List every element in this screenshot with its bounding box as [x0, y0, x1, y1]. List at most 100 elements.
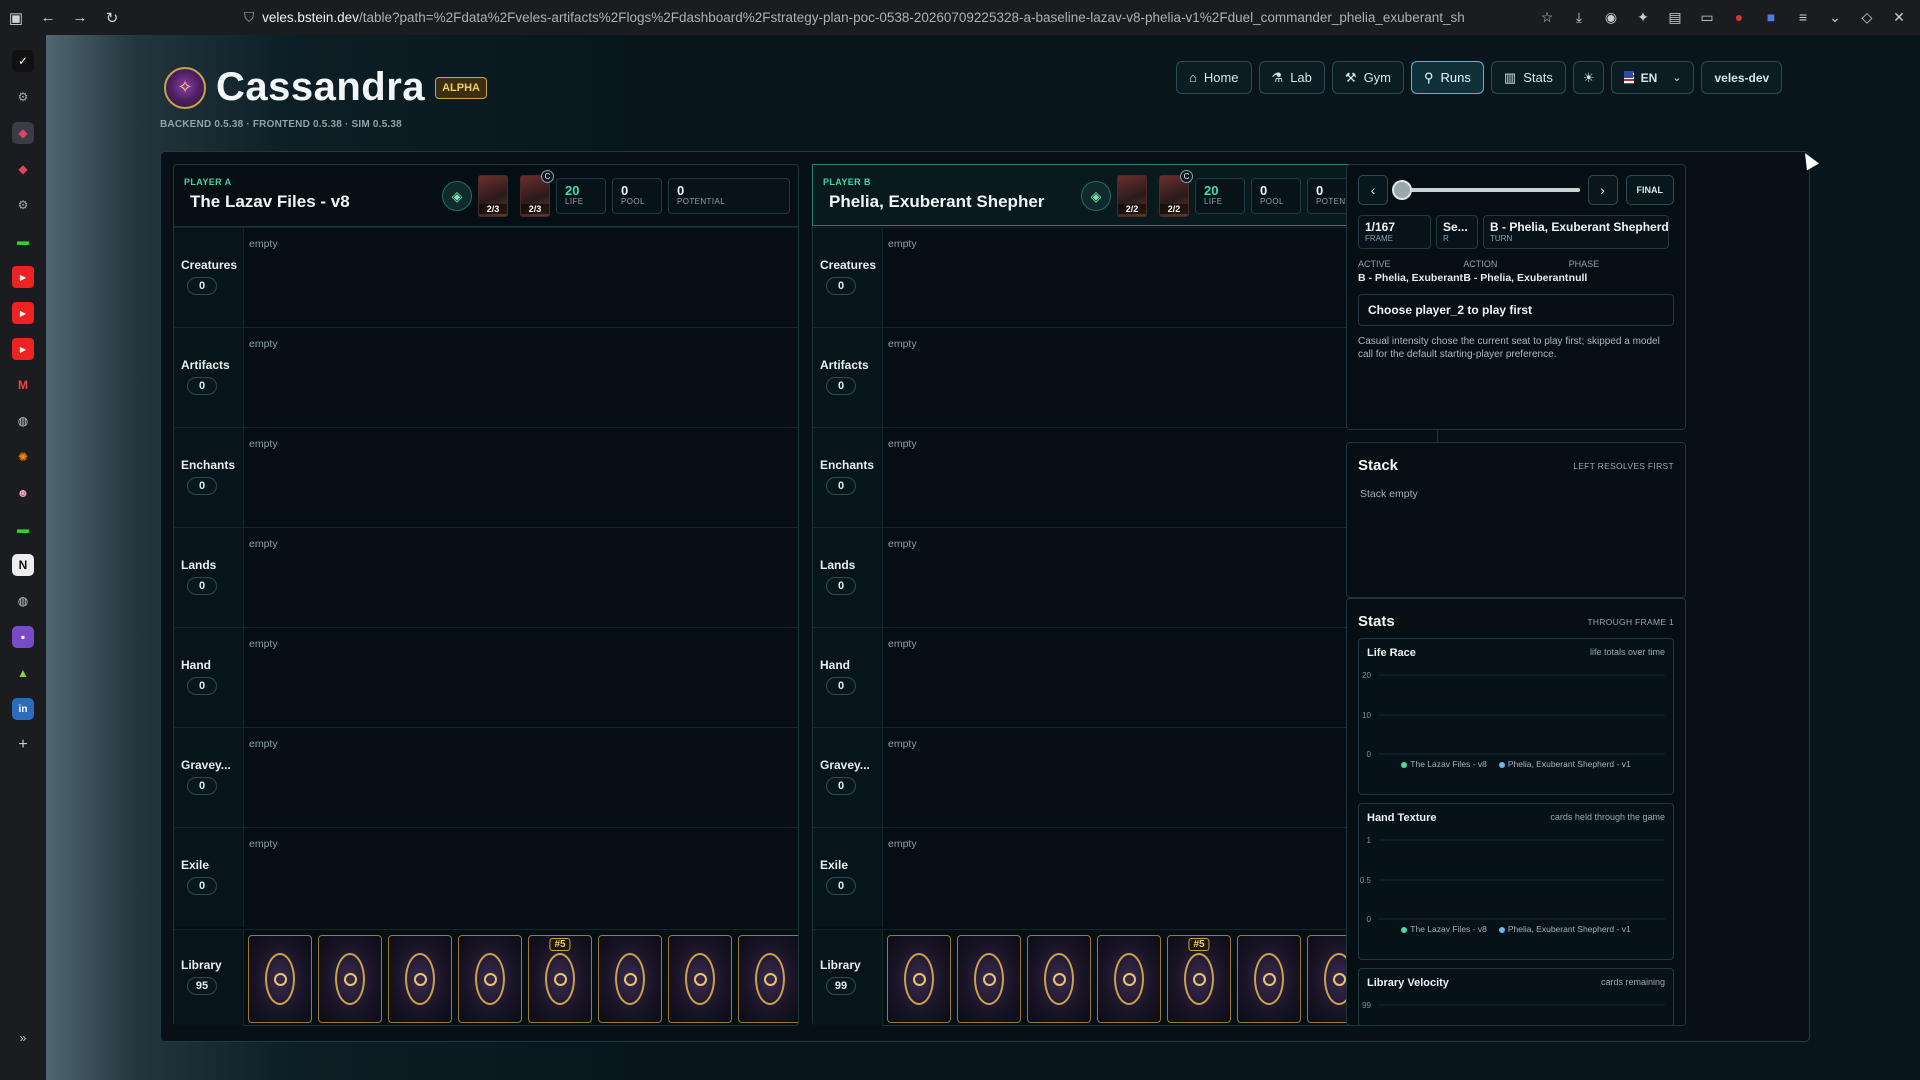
menu-icon[interactable]: ≡ — [1790, 9, 1816, 26]
app-icon[interactable]: ◆ — [12, 158, 34, 180]
player-b-commander-2[interactable]: C 2/2 — [1159, 170, 1193, 217]
stats-panel: Stats THROUGH FRAME 1 Life Race life total… — [1346, 598, 1686, 1026]
library-card-back[interactable] — [458, 935, 522, 1023]
reload-icon[interactable]: ↻ — [96, 9, 128, 27]
globe-icon[interactable]: ◍ — [12, 410, 34, 432]
active-field: ACTIVE B - Phelia, Exuberant — [1358, 259, 1463, 284]
library-card-back[interactable] — [248, 935, 312, 1023]
youtube-icon[interactable]: ▶ — [12, 338, 34, 360]
prev-frame-button[interactable]: ‹ — [1358, 175, 1388, 205]
library-velocity-hint: cards remaining — [1600, 977, 1665, 987]
expand-sidebar-icon[interactable]: » — [12, 1027, 34, 1049]
sun-icon[interactable]: ✺ — [12, 446, 34, 468]
triangle-app-icon[interactable]: ▲ — [12, 662, 34, 684]
legend-a: The Lazav Files - v8 — [1410, 759, 1487, 769]
zone-count: 0 — [826, 877, 856, 895]
eye-icon — [904, 953, 934, 1005]
library-card-back[interactable] — [318, 935, 382, 1023]
extension-red-icon[interactable]: ● — [1726, 9, 1752, 26]
library-card-back[interactable] — [598, 935, 662, 1023]
library-card-back[interactable] — [1097, 935, 1161, 1023]
reader-icon[interactable]: ▭ — [1694, 9, 1720, 26]
download-icon[interactable]: ⤓ — [1566, 9, 1592, 26]
gmail-icon[interactable]: M — [12, 374, 34, 396]
library-card-back[interactable] — [1027, 935, 1091, 1023]
player-a-status-icon[interactable]: ◈ — [442, 181, 472, 211]
zone-label: Artifacts 0 — [813, 328, 883, 427]
purple-app-icon[interactable]: ▪ — [12, 626, 34, 648]
life-label: LIFE — [1204, 197, 1223, 206]
seat-cell: Se... R — [1436, 215, 1478, 249]
final-frame-button[interactable]: FINAL — [1625, 175, 1674, 205]
close-icon[interactable]: ✕ — [1886, 9, 1912, 26]
player-b-commander-1[interactable]: 2/2 — [1117, 175, 1147, 217]
nav-lab[interactable]: ⚗ Lab — [1258, 61, 1325, 94]
eye-icon — [974, 953, 1004, 1005]
player-b-header: PLAYER B Phelia, Exuberant Shepher ◈ 2/2… — [812, 164, 1438, 226]
nav-home[interactable]: ⌂ Home — [1176, 61, 1252, 94]
life-race-hint: life totals over time — [1589, 647, 1665, 657]
notion-icon[interactable]: N — [12, 554, 34, 576]
back-icon[interactable]: ← — [32, 9, 64, 26]
zone-exile: Exile 0 empty — [813, 827, 1437, 927]
green-app-icon[interactable]: ▬ — [12, 230, 34, 252]
library-velocity-chart: Library Velocity cards remaining 99 — [1358, 968, 1674, 1025]
green-app-icon[interactable]: ▬ — [12, 518, 34, 540]
slider-knob[interactable] — [1392, 180, 1412, 200]
eye-icon — [545, 953, 575, 1005]
bookmark-star-icon[interactable]: ☆ — [1534, 9, 1560, 26]
account-icon[interactable]: ◉ — [1598, 9, 1624, 26]
diamond-icon[interactable]: ◇ — [1854, 9, 1880, 26]
zone-name: Hand — [820, 658, 850, 672]
sidebar-toggle-icon[interactable]: ▣ — [0, 9, 32, 27]
avatar-icon[interactable]: ☻ — [12, 482, 34, 504]
zone-label: Artifacts 0 — [174, 328, 244, 427]
linkedin-icon[interactable]: in — [12, 698, 34, 720]
frame-value: 1/167 — [1365, 220, 1396, 234]
wallet-icon[interactable]: ▤ — [1662, 9, 1688, 26]
chevron-down-icon[interactable]: ⌄ — [1822, 9, 1848, 26]
hand-texture-legend: The Lazav Files - v8 Phelia, Exuberant Sh… — [1359, 924, 1673, 940]
library-card-back[interactable]: #5 — [1167, 935, 1231, 1023]
globe-icon[interactable]: ◍ — [12, 590, 34, 612]
check-icon[interactable]: ✓ — [12, 50, 34, 72]
replay-panel: ‹ › FINAL 1/167 FRAME Se... R B - Phelia, … — [1346, 164, 1700, 1026]
player-a-commander-1[interactable]: 2/3 — [478, 175, 508, 217]
library-card-back[interactable] — [738, 935, 798, 1023]
youtube-icon[interactable]: ▶ — [12, 266, 34, 288]
zone-label: Library 95 — [174, 930, 244, 1026]
extension-blue-icon[interactable]: ■ — [1758, 9, 1784, 26]
language-select[interactable]: EN ⌄ — [1611, 61, 1695, 94]
url-bar[interactable]: ⛉ veles.bstein.dev /table?path=%2Fdata%2… — [134, 5, 1524, 31]
next-frame-button[interactable]: › — [1587, 175, 1618, 205]
user-menu[interactable]: veles-dev — [1701, 61, 1783, 94]
add-icon[interactable]: + — [12, 734, 34, 756]
action-value: B - Phelia, Exuberant — [1463, 272, 1569, 284]
extensions-icon[interactable]: ✦ — [1630, 9, 1656, 26]
zone-contents: empty — [249, 638, 278, 650]
library-card-back[interactable]: #5 — [528, 935, 592, 1023]
gear-icon[interactable]: ⚙ — [12, 86, 34, 108]
player-a-commander-2[interactable]: C 2/3 — [520, 170, 554, 217]
library-card-back[interactable] — [1237, 935, 1301, 1023]
card-marker: #5 — [1188, 938, 1210, 951]
library-card-back[interactable] — [668, 935, 732, 1023]
stack-hint: LEFT RESOLVES FIRST — [1573, 460, 1674, 471]
library-card-back[interactable] — [957, 935, 1021, 1023]
nav-runs[interactable]: ⚲ Runs — [1411, 61, 1484, 94]
alpha-badge: ALPHA — [435, 76, 487, 99]
nav-gym[interactable]: ⚒ Gym — [1331, 61, 1405, 94]
life-race-legend: The Lazav Files - v8 Phelia, Exuberant Sh… — [1359, 759, 1673, 775]
library-card-back[interactable] — [887, 935, 951, 1023]
gear-icon[interactable]: ⚙ — [12, 194, 34, 216]
player-b-status-icon[interactable]: ◈ — [1081, 181, 1111, 211]
library-card-back[interactable] — [388, 935, 452, 1023]
forward-icon[interactable]: → — [64, 9, 96, 26]
app-icon-active[interactable]: ◆ — [12, 122, 34, 144]
action-label: ACTION — [1463, 259, 1498, 269]
youtube-icon[interactable]: ▶ — [12, 302, 34, 324]
frame-slider[interactable] — [1392, 180, 1580, 200]
debug-button[interactable]: ☀ — [1572, 61, 1605, 94]
stack-panel: Stack LEFT RESOLVES FIRST Stack empty — [1346, 442, 1686, 598]
nav-stats[interactable]: ▥ Stats — [1490, 61, 1566, 94]
